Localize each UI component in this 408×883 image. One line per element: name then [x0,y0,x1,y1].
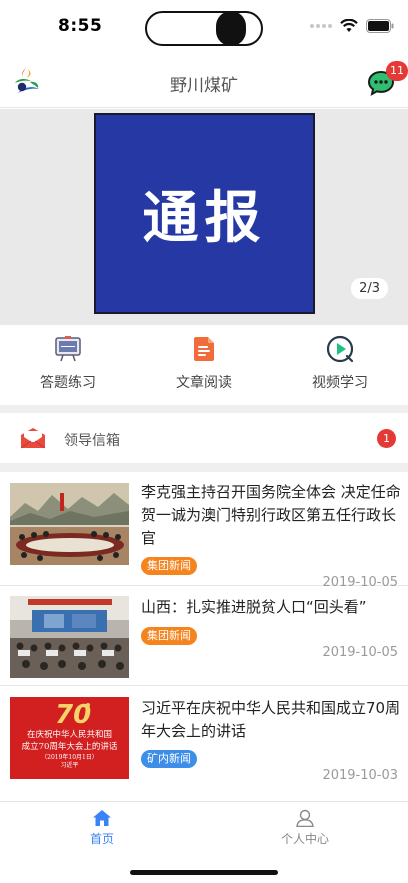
quick-label-exam-practice: 答题练习 [40,375,96,391]
news-item[interactable]: 山西：扎实推进脱贫人口“回头看” 集团新闻 2019-10-05 [0,586,408,686]
thumbnail-text-line: 成立70周年大会上的讲话 [21,742,118,752]
wifi-icon [340,19,358,33]
thumbnail-text-line: 在庆祝中华人民共和国 [26,730,112,740]
status-bar: 8:55 [0,0,408,56]
news-thumbnail [10,483,129,565]
signal-icon [310,24,332,28]
tab-label-home: 首页 [89,832,114,846]
status-icons [310,19,394,33]
home-indicator [130,870,278,875]
news-title: 李克强主持召开国务院全体会 决定任命贺一诚为澳门特别行政区第五任行政长官 [141,483,401,547]
quick-item-exam-practice[interactable]: 答题练习 [0,325,136,405]
exam-board-icon [55,336,81,362]
banner-image[interactable]: 通报 [94,113,315,314]
app-header: 野川煤矿 [0,56,408,108]
quick-item-article-reading[interactable]: 文章阅读 [136,325,272,405]
news-item[interactable]: 70 在庆祝中华人民共和国 成立70周年大会上的讲话 （2019年10月1日） … [0,686,408,796]
section-divider [0,463,408,472]
document-icon [194,337,214,361]
news-category-tag: 矿内新闻 [141,750,197,768]
quick-menu: 答题练习 文章阅读 视频学习 [0,325,408,405]
tab-home[interactable]: 首页 [42,809,162,847]
play-icon [326,335,354,363]
quick-item-video-learning[interactable]: 视频学习 [272,325,408,405]
svg-text:70: 70 [55,700,91,727]
page-title: 野川煤矿 [170,76,238,96]
news-category-tag: 集团新闻 [141,557,197,575]
leader-mailbox-row[interactable]: 领导信箱 [0,413,408,463]
dynamic-island-camera [216,11,246,46]
status-time: 8:55 [58,16,103,36]
news-title: 山西：扎实推进脱贫人口“回头看” [141,598,367,616]
news-date: 2019-10-03 [322,768,398,783]
thumbnail-text-line: （2019年10月1日） [41,754,98,761]
news-thumbnail: 70 在庆祝中华人民共和国 成立70周年大会上的讲话 （2019年10月1日） … [10,697,129,779]
mailbox-count-badge: 1 [377,429,396,448]
user-icon [296,809,314,827]
tab-label-personal-center: 个人中心 [280,832,329,846]
battery-icon [366,19,394,33]
news-item[interactable]: 李克强主持召开国务院全体会 决定任命贺一诚为澳门特别行政区第五任行政长官 集团新… [0,472,408,590]
quick-label-article-reading: 文章阅读 [176,375,232,391]
message-count-badge: 11 [386,61,408,81]
tab-personal-center[interactable]: 个人中心 [245,809,365,847]
section-divider [0,405,408,413]
quick-label-video-learning: 视频学习 [312,375,368,391]
home-icon [93,810,111,826]
news-list: 李克强主持召开国务院全体会 决定任命贺一诚为澳门特别行政区第五任行政长官 集团新… [0,472,408,796]
banner-carousel[interactable]: 通报 2/3 [0,109,408,325]
mail-icon [20,428,46,449]
banner-page-indicator: 2/3 [351,278,388,299]
news-category-tag: 集团新闻 [141,627,197,645]
news-thumbnail [10,596,129,678]
news-date: 2019-10-05 [322,645,398,660]
news-title: 习近平在庆祝中华人民共和国成立70周年大会上的讲话 [141,699,401,740]
banner-image-text: 通报 [142,186,267,251]
leader-mailbox-label: 领导信箱 [64,433,120,449]
thumbnail-text-line: 习近平 [60,762,79,769]
